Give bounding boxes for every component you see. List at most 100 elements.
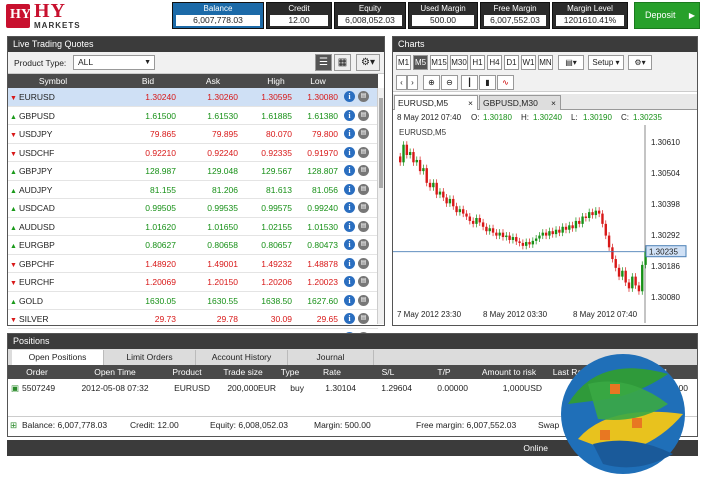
close-icon[interactable]: × [468,96,473,110]
col-tp[interactable]: T/P [416,365,472,379]
chevron-right-icon[interactable]: › [407,75,418,90]
chevron-left-icon[interactable]: ‹ [396,75,407,90]
tab-limit-orders[interactable]: Limit Orders [104,350,196,365]
bar-chart-icon[interactable]: ┃ [461,75,478,90]
info-icon[interactable]: i [344,239,355,250]
info-icon[interactable]: i [344,91,355,102]
bid-price[interactable]: 0.92210 [116,144,176,162]
col-ask[interactable]: Ask [183,74,243,88]
ask-price[interactable]: 1.61530 [178,107,238,125]
timeframe-m5[interactable]: M5 [413,55,428,70]
list-view-icon[interactable]: ☰ [315,54,332,71]
bid-price[interactable]: 81.155 [116,181,176,199]
grid-view-icon[interactable]: ▦ [334,54,351,71]
info-icon[interactable]: i [344,257,355,269]
tab-account-history[interactable]: Account History [196,350,288,365]
ask-price[interactable]: 129.048 [178,162,238,180]
ask-price[interactable]: 1.01650 [178,218,238,236]
ask-price[interactable]: 1.30260 [178,88,238,106]
info-icon[interactable]: i [344,146,355,158]
chart-icon[interactable]: ▤ [358,128,369,139]
quote-row[interactable]: ▲ USDCAD 0.99505 0.99535 0.99575 0.99240 i ▤ [8,199,378,218]
chart-icon[interactable]: ▤ [358,146,369,158]
ask-price[interactable]: 0.99535 [178,199,238,217]
tab-gbpusd[interactable]: GBPUSD,M30 × [479,95,561,110]
quote-row[interactable]: ▲ GBPUSD 1.61500 1.61530 1.61885 1.61380 i ▤ [8,107,378,125]
quote-row[interactable]: ▲ GBPJPY 128.987 129.048 129.567 128.807 i ▤ [8,162,378,181]
quote-row[interactable]: ▲ GOLD 1630.05 1630.55 1638.50 1627.60 i ▤ [8,292,378,310]
timeframe-h1[interactable]: H1 [470,55,485,70]
quote-row[interactable]: ▲ AUDUSD 1.01620 1.01650 1.02155 1.01530 i ▤ [8,218,378,236]
info-icon[interactable]: i [344,109,355,121]
chart-icon[interactable]: ▤ [358,257,369,269]
quote-row[interactable]: ▲ EURGBP 0.80627 0.80658 0.80657 0.80473 i ▤ [8,236,378,255]
footer-add-icon[interactable]: ⊞ [10,417,17,433]
price-chart[interactable]: EURUSD,M5 1.30235 1.30610 1.30504 1.30398 1.3… [393,125,697,325]
deposit-button[interactable]: Deposit ▶ [634,2,700,29]
bid-price[interactable]: 79.865 [116,125,176,143]
quotes-scrollbar[interactable] [377,88,384,324]
bid-price[interactable]: 29.73 [116,310,176,328]
bid-price[interactable]: 1.01620 [116,218,176,236]
col-rate[interactable]: Rate [304,365,360,379]
info-icon[interactable]: i [344,183,355,195]
timeframe-m15[interactable]: M15 [430,55,448,70]
ask-price[interactable]: 1630.55 [178,292,238,310]
tab-eurusd[interactable]: EURUSD,M5 × [394,95,478,110]
quote-row[interactable]: ▼ EURUSD 1.30240 1.30260 1.30595 1.30080 i ▤ [8,88,378,107]
ask-price[interactable]: 1.20150 [178,273,238,291]
col-symbol[interactable]: Symbol [8,74,98,88]
quote-row[interactable]: ▼ GBPCHF 1.48920 1.49001 1.49232 1.48878 i ▤ [8,255,378,273]
col-low[interactable]: Low [288,74,348,88]
bid-price[interactable]: 1.61500 [116,107,176,125]
position-expand-icon[interactable]: ▣ [10,380,20,396]
col-product[interactable]: Product [164,365,210,379]
col-sl[interactable]: S/L [360,365,416,379]
info-icon[interactable]: i [344,313,355,324]
ask-price[interactable]: 0.92240 [178,144,238,162]
info-icon[interactable]: i [344,202,355,213]
timeframe-d1[interactable]: D1 [504,55,519,70]
timeframe-h4[interactable]: H4 [487,55,502,70]
timeframe-w1[interactable]: W1 [521,55,536,70]
gear-icon[interactable]: ⚙▾ [356,54,380,71]
chart-icon[interactable]: ▤ [358,294,369,306]
chart-icon[interactable]: ▤ [358,313,369,324]
product-type-select[interactable]: ALL ▼ [73,55,155,70]
chart-type-dropdown[interactable]: ▤▾ [558,55,584,70]
col-order[interactable]: Order [8,365,66,379]
quote-row[interactable]: ▼ USDCHF 0.92210 0.92240 0.92335 0.91970 i ▤ [8,144,378,162]
col-trade-size[interactable]: Trade size [210,365,276,379]
col-type[interactable]: Type [276,365,304,379]
bid-price[interactable]: 1630.05 [116,292,176,310]
tab-journal[interactable]: Journal [288,350,374,365]
info-icon[interactable]: i [344,276,355,287]
quote-row[interactable]: ▼ EURCHF 1.20069 1.20150 1.20206 1.20023 i ▤ [8,273,378,292]
info-icon[interactable]: i [344,165,355,176]
ask-price[interactable]: 1.49001 [178,255,238,273]
col-open-time[interactable]: Open Time [66,365,164,379]
bid-price[interactable]: 0.99505 [116,199,176,217]
ask-price[interactable]: 29.78 [178,310,238,328]
timeframe-m30[interactable]: M30 [450,55,468,70]
timeframe-mn[interactable]: MN [538,55,553,70]
zoom-in-icon[interactable]: ⊕ [423,75,440,90]
chart-icon[interactable]: ▤ [358,91,369,102]
tab-open-positions[interactable]: Open Positions [12,350,104,365]
setup-dropdown[interactable]: Setup ▾ [588,55,624,70]
close-icon[interactable]: × [551,96,556,110]
chart-icon[interactable]: ▤ [358,220,369,232]
quote-row[interactable]: ▼ USDJPY 79.865 79.895 80.070 79.800 i ▤ [8,125,378,144]
bid-price[interactable]: 1.30240 [116,88,176,106]
bid-price[interactable]: 1.20069 [116,273,176,291]
chart-icon[interactable]: ▤ [358,239,369,250]
chart-icon[interactable]: ▤ [358,202,369,213]
bid-price[interactable]: 128.987 [116,162,176,180]
info-icon[interactable]: i [344,294,355,306]
info-icon[interactable]: i [344,128,355,139]
col-bid[interactable]: Bid [118,74,178,88]
zoom-out-icon[interactable]: ⊖ [441,75,458,90]
info-icon[interactable]: i [344,220,355,232]
quote-row[interactable]: ▲ AUDJPY 81.155 81.206 81.613 81.056 i ▤ [8,181,378,199]
ask-price[interactable]: 81.206 [178,181,238,199]
